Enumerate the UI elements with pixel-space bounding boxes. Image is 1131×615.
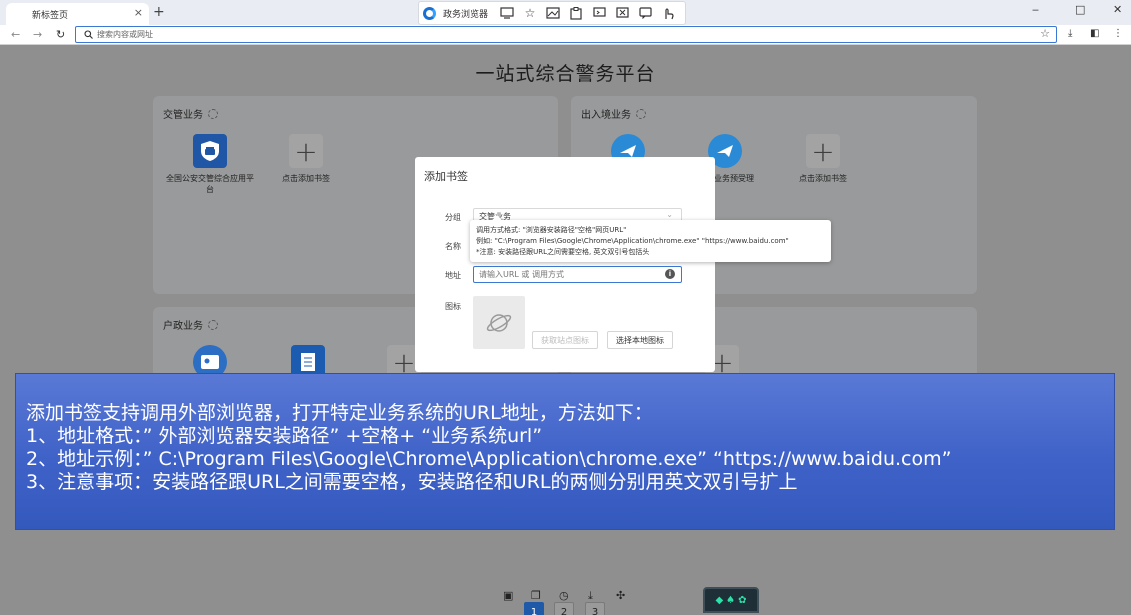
forward-icon[interactable]: → [33,28,42,41]
app-item[interactable]: 全国公安交管综合应用平台 [165,134,255,195]
app-label: 点击添加书签 [282,174,330,183]
url-field[interactable]: ☆ [75,26,1057,43]
page-title: 一站式综合警务平台 [475,63,656,85]
banner-line: 1、地址格式：” 外部浏览器安装路径” +空格+ “业务系统url” [26,425,543,447]
close-icon[interactable]: × [134,6,143,19]
clipboard-icon[interactable] [568,5,584,21]
assistant-widget[interactable]: ◆ ♠ ✿ [703,587,759,613]
widget-icon: ◆ [715,594,724,606]
minimize-button[interactable]: ‒ [1032,3,1039,16]
plus-icon: + [806,134,840,168]
message-icon[interactable] [637,5,653,21]
download-icon[interactable]: ⤓ [1068,28,1072,39]
section-title: 户政业务 [163,317,218,332]
add-bookmark-button[interactable]: + 点击添加书签 [778,134,868,184]
page-button[interactable]: 3 [585,602,605,615]
app-label: 全国公安交管综合应用平台 [166,174,254,194]
page-button[interactable]: 2 [554,602,574,615]
history-icon[interactable]: ◷ [559,589,569,602]
banner-line: 2、地址示例：” C:\Program Files\Google\Chrome\… [26,448,952,470]
chevron-down-icon: ⌄ [666,210,673,219]
refresh-icon[interactable]: ↻ [56,28,65,41]
info-icon[interactable]: i [665,269,675,279]
dialog-title: 添加书签 [424,170,468,183]
planet-icon [486,313,512,332]
star-icon[interactable]: ☆ [522,5,538,21]
window-close-button[interactable]: ✕ [1113,3,1122,16]
section-title: 交管业务 [163,106,218,121]
tooltip-line: 调用方式格式: "浏览器安装路径"空格"网页URL" [476,226,627,234]
address-format-tooltip: 调用方式格式: "浏览器安装路径"空格"网页URL" 例如: "C:\Progr… [470,215,831,262]
widget-icon: ✿ [738,594,747,606]
widget-icon: ♠ [726,594,736,606]
back-icon[interactable]: ← [11,28,20,41]
search-input[interactable] [97,30,997,39]
copy-icon[interactable]: ❐ [531,589,541,602]
add-bookmark-dialog: 添加书签 分组 交管业务 ⌄ 名称 地址 i 图标 获取站点图标 选择本地图标 [415,157,715,372]
icon-label: 图标 [445,302,461,311]
icon-preview [473,296,525,349]
plus-icon: + [289,134,323,168]
address-bar: ← → ↻ ☆ ⤓ ◧ ⋮ [0,25,1131,45]
banner-line: 3、注意事项：安装路径跟URL之间需要空格，安装路径和URL的两侧分别用英文双引… [26,471,798,493]
choose-local-icon-button[interactable]: 选择本地图标 [607,331,673,349]
tab-bar: 新标签页 × + 政务浏览器 ☆ ‒ □ ✕ [0,0,1131,25]
image-icon[interactable] [545,5,561,21]
section-title: 出入境业务 [581,106,646,121]
page-button[interactable]: 1 [524,602,544,615]
address-label: 地址 [445,271,461,280]
gear-icon[interactable] [636,108,646,119]
gov-browser-title: 政务浏览器 [443,9,489,20]
tooltip-line: *注意: 安装路径跟URL之间需要空格, 英文双引号包括头 [476,248,650,256]
add-bookmark-button[interactable]: + 点击添加书签 [261,134,351,184]
gov-browser-toolbar: 政务浏览器 ☆ [418,1,686,25]
gear-icon[interactable] [208,319,218,330]
browser-logo-icon [423,6,436,20]
screen-icon[interactable] [591,5,607,21]
group-label: 分组 [445,213,461,222]
maximize-button[interactable]: □ [1075,3,1085,16]
close-screen-icon[interactable] [614,5,630,21]
screenshot-icon[interactable]: ▣ [503,589,513,602]
sidebar-icon[interactable]: ◧ [1090,28,1099,39]
monitor-icon[interactable] [499,5,515,21]
tooltip-line: 例如: "C:\Program Files\Google\Chrome\Appl… [476,237,789,245]
touch-icon[interactable] [660,5,676,21]
puzzle-icon[interactable]: ✣ [616,589,625,602]
fetch-site-icon-button[interactable]: 获取站点图标 [532,331,598,349]
download-icon[interactable]: ⤓ [588,589,593,603]
name-label: 名称 [445,242,461,251]
gear-icon[interactable] [208,108,218,119]
more-menu-icon[interactable]: ⋮ [1113,28,1123,39]
new-tab-button[interactable]: + [153,4,165,20]
police-car-icon [193,134,227,168]
search-icon [84,30,93,39]
app-label: 点击添加书签 [799,174,847,183]
browser-tab[interactable]: 新标签页 × [6,3,149,25]
instruction-banner: 添加书签支持调用外部浏览器，打开特定业务系统的URL地址，方法如下： 1、地址格… [15,373,1115,530]
tab-title: 新标签页 [32,10,69,21]
bookmark-star-icon[interactable]: ☆ [1040,27,1050,40]
banner-line: 添加书签支持调用外部浏览器，打开特定业务系统的URL地址，方法如下： [26,402,653,424]
address-input[interactable] [473,266,682,283]
